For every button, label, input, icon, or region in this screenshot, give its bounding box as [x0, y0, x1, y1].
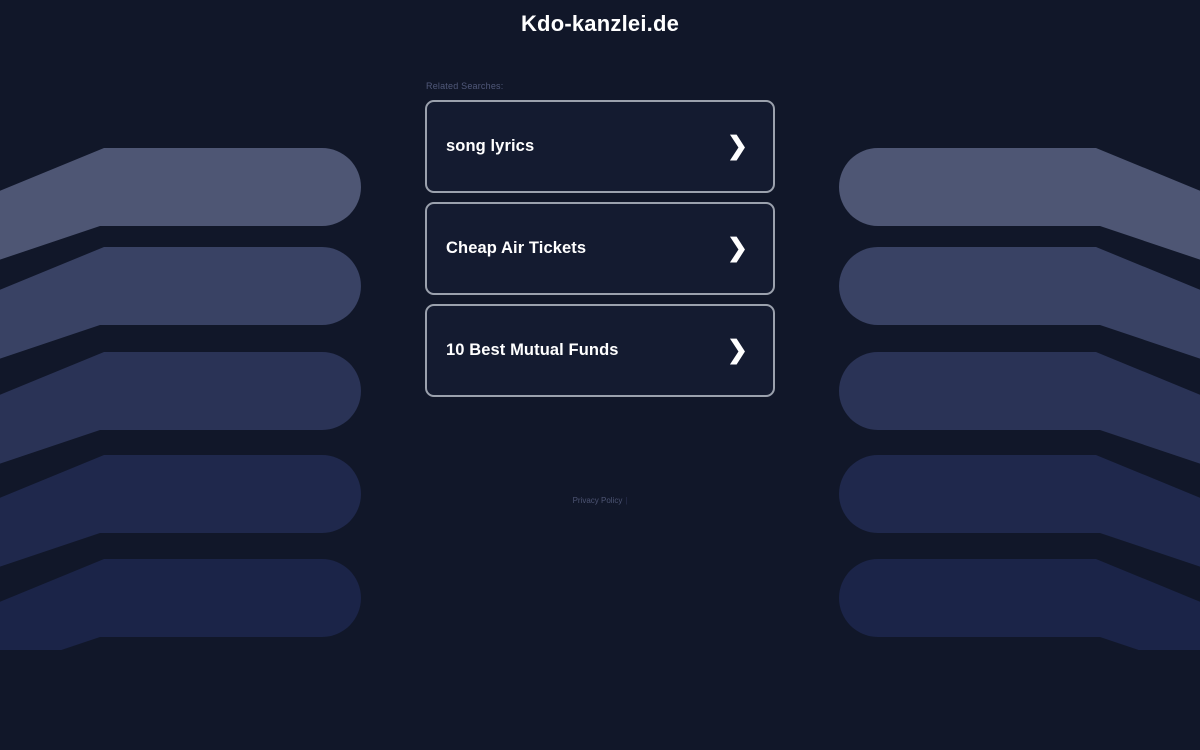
related-search-card-1[interactable]: song lyrics ❯: [425, 100, 775, 193]
related-search-label: Cheap Air Tickets: [446, 239, 587, 257]
related-search-label: 10 Best Mutual Funds: [446, 341, 619, 359]
chevron-right-icon: ❯: [727, 132, 748, 160]
footer-separator: |: [625, 496, 628, 505]
related-searches-label: Related Searches:: [426, 81, 504, 91]
related-search-label: song lyrics: [446, 137, 535, 155]
footer: Privacy Policy |: [0, 494, 1200, 508]
related-searches-section: Related Searches: song lyrics ❯ Cheap Ai…: [425, 80, 775, 406]
chevron-right-icon: ❯: [727, 336, 748, 364]
page-title: Kdo-kanzlei.de: [520, 11, 680, 36]
related-search-card-2[interactable]: Cheap Air Tickets ❯: [425, 202, 775, 295]
chevron-right-icon: ❯: [727, 234, 748, 262]
parked-domain-page: Kdo-kanzlei.de Related Searches: song ly…: [0, 0, 1200, 750]
related-search-card-3[interactable]: 10 Best Mutual Funds ❯: [425, 304, 775, 397]
privacy-policy-link[interactable]: Privacy Policy: [573, 496, 623, 505]
